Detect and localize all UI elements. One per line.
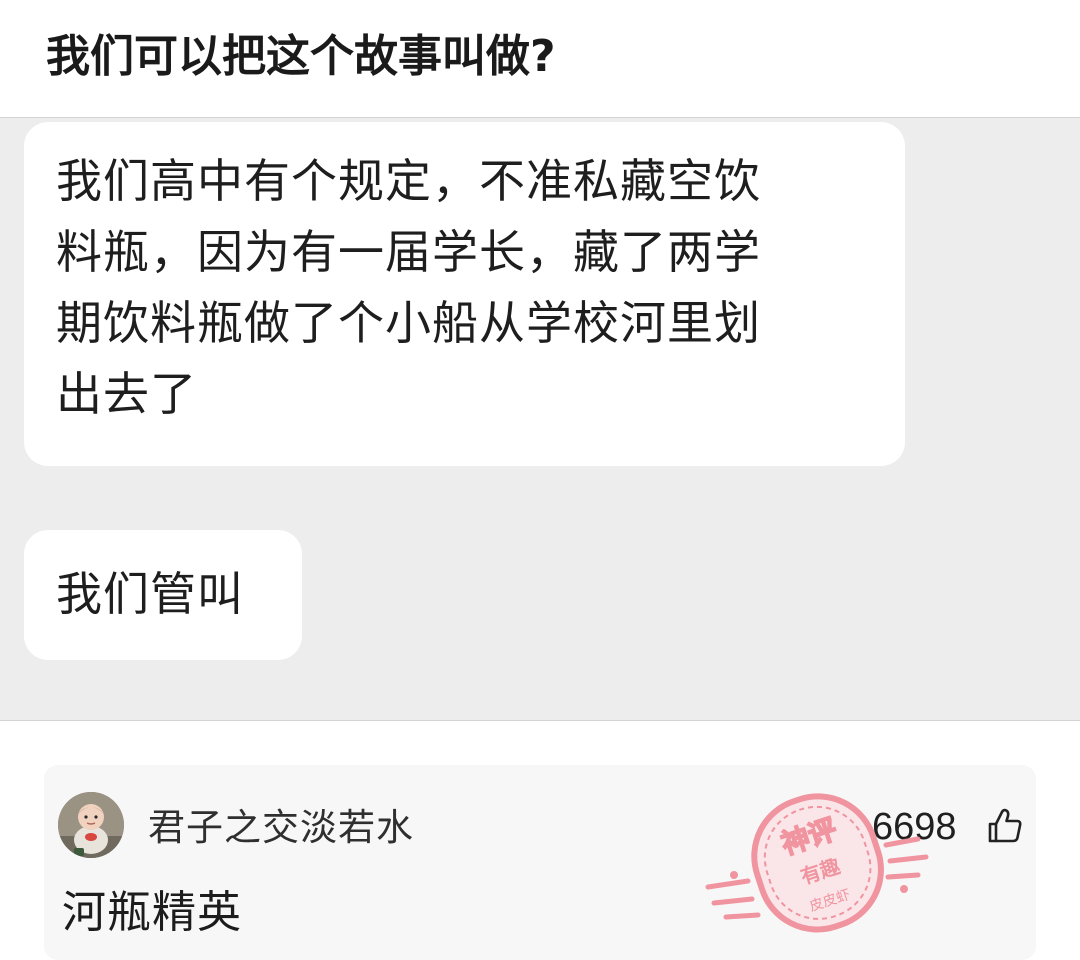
comment-text: 河瓶精英 [62,887,242,938]
comment-username[interactable]: 君子之交淡若水 [148,803,414,853]
chat-line: 出去了 [56,367,197,421]
thumbs-up-icon[interactable] [986,807,1024,845]
chat-line: 我们高中有个规定，不准私藏空饮 [56,154,761,208]
comment-card[interactable]: 君子之交淡若水 6698 河瓶精英 [44,765,1036,960]
chat-line: 期饮料瓶做了个小船从学校河里划 [56,296,761,350]
like-count: 6698 [872,806,957,848]
chat-line: 料瓶，因为有一届学长，藏了两学 [56,225,761,279]
baby-photo-avatar-icon [58,792,124,858]
chat-screenshot: 我们高中有个规定，不准私藏空饮 料瓶，因为有一届学长，藏了两学 期饮料瓶做了个小… [0,117,1080,721]
avatar[interactable] [58,792,124,858]
post-title: 我们可以把这个故事叫做? [46,31,556,82]
chat-line: 我们管叫 [56,567,244,621]
chat-bubble: 我们管叫 [24,530,302,660]
chat-bubble: 我们高中有个规定，不准私藏空饮 料瓶，因为有一届学长，藏了两学 期饮料瓶做了个小… [24,122,905,466]
